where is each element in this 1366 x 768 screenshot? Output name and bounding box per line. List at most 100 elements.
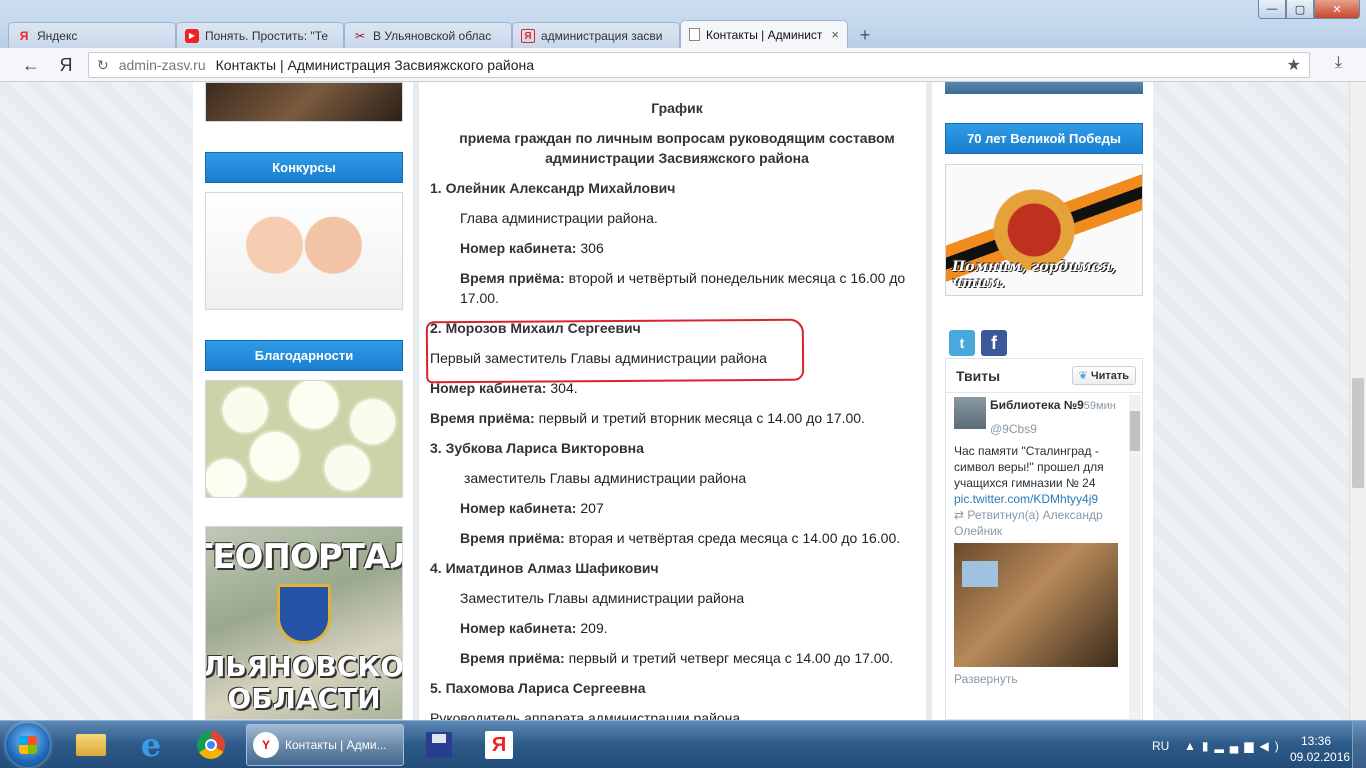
twitter-widget-header: Твиты ❦ Читать [946,359,1142,393]
explorer-icon[interactable] [64,725,118,765]
tab-youtube[interactable]: ▶ Понять. Простить: "Те [176,22,344,48]
tab-contacts[interactable]: Контакты | Админист × [680,20,848,48]
minimize-button[interactable]: — [1258,0,1286,19]
contests-button[interactable]: Конкурсы [205,152,403,183]
victory-caption: Помним, гордимся, чтим. [952,259,1117,291]
retweet-icon: ⇄ [954,508,968,522]
page-viewport: Конкурсы Благодарности ГЕОПОРТАЛ УЛЬЯНОВ… [0,82,1366,720]
yandex-browser-icon: Y [253,732,279,758]
tab-title: Контакты | Админист [706,27,823,42]
window-controls: — ▢ ✕ [1258,0,1360,19]
site-container: Конкурсы Благодарности ГЕОПОРТАЛ УЛЬЯНОВ… [193,82,1153,720]
yandex-button[interactable]: Я [56,53,76,77]
tab-close-icon[interactable]: × [831,27,839,42]
tab-title: администрация засви [541,28,663,43]
person-hours: Время приёма: первый и третий четверг ме… [460,650,894,666]
victory-70-button[interactable]: 70 лет Великой Победы [945,123,1143,154]
floppy-disk-icon[interactable] [412,725,466,765]
tweet: Библиотека №959мин @9Cbs9 Час памяти "Ст… [954,397,1122,687]
back-arrow-icon[interactable]: ← [20,54,42,76]
person-hours-continued: 17.00. [460,290,499,306]
person-position: Заместитель Главы администрации района [460,590,745,606]
yandex-icon[interactable]: Я [472,725,526,765]
clock-time: 13:36 [1300,734,1332,748]
volume-icon: ◀) [1259,739,1285,753]
address-page-title: Контакты | Администрация Засвияжского ра… [215,57,534,73]
address-bar[interactable]: ↻ admin-zasv.ru Контакты | Администрация… [88,52,1310,78]
victory-banner[interactable]: Помним, гордимся, чтим. [945,164,1143,296]
close-button[interactable]: ✕ [1314,0,1360,19]
tab-yandex-search[interactable]: Я администрация засви [512,22,680,48]
person-position: Глава администрации района. [460,210,658,226]
internet-explorer-icon[interactable]: e [124,725,178,765]
tweet-time[interactable]: 59мин [1084,400,1116,412]
red-highlight-annotation [425,318,805,384]
schedule-title: График [651,100,703,116]
start-button[interactable] [6,723,50,767]
coat-of-arms-icon [277,584,331,644]
thanks-button[interactable]: Благодарности [205,340,403,371]
facebook-icon[interactable]: f [981,330,1007,356]
twitter-icon[interactable]: t [949,330,975,356]
reload-icon[interactable]: ↻ [97,57,109,74]
network-icon: ▮ [1201,739,1215,753]
geoportal-title: ГЕОПОРТАЛ [206,537,402,577]
twitter-widget: Твиты ❦ Читать Библиотека №959мин @9Cbs9… [945,358,1143,720]
twitter-widget-scrollbar[interactable] [1129,395,1141,719]
tab-ulyanovsk-news[interactable]: ✂ В Ульяновской облас [344,22,512,48]
tweet-retweet-info: ⇄ Ретвитнул(а) Александр Олейник [954,508,1103,538]
page-icon [689,28,700,41]
scrollbar-thumb[interactable] [1352,378,1364,488]
taskbar-window-title: Контакты | Адми... [285,738,387,752]
clock-date: 09.02.2016 [1290,750,1351,764]
taskbar-active-window[interactable]: Y Контакты | Адми... [246,724,404,766]
yandex-icon: Я [521,28,535,43]
maximize-button[interactable]: ▢ [1286,0,1314,19]
person-name: 3. Зубкова Лариса Викторовна [430,440,644,456]
tweet-photo[interactable] [954,543,1118,667]
geoportal-banner[interactable]: ГЕОПОРТАЛ УЛЬЯНОВСКОЙ ОБЛАСТИ [205,526,403,720]
person-room: Номер кабинета: 306 [460,240,604,256]
schedule-subtitle: администрации Засвияжского района [545,150,809,166]
person-hours: Время приёма: вторая и четвёртая среда м… [460,530,901,546]
show-desktop-button[interactable] [1352,721,1366,768]
new-tab-button[interactable]: + [852,22,878,48]
roses-photo[interactable] [205,380,403,498]
system-tray: RU ▲▮▂▄▆◀) 13:36 09.02.2016 [1140,721,1366,768]
person-room: Номер кабинета: 209. [460,620,608,636]
person-position: заместитель Главы администрации района [464,470,747,486]
bookmark-star-icon[interactable]: ★ [1287,55,1301,75]
person-position: Руководитель аппарата администрации райо… [430,710,741,720]
person-name: 5. Пахомова Лариса Сергеевна [430,680,646,696]
tab-title: В Ульяновской облас [373,28,492,43]
banner-photo[interactable] [945,82,1143,94]
geoportal-subtitle: ОБЛАСТИ [227,682,381,715]
chevron-up-icon: ▲ [1184,739,1202,753]
office-photo[interactable] [205,82,403,122]
language-indicator[interactable]: RU [1152,739,1169,753]
left-sidebar: Конкурсы Благодарности ГЕОПОРТАЛ УЛЬЯНОВ… [205,82,403,720]
geoportal-subtitle: УЛЬЯНОВСКОЙ [206,650,403,683]
youtube-icon: ▶ [185,28,199,43]
chrome-icon[interactable] [184,725,238,765]
tab-yandex[interactable]: Я Яндекс [8,22,176,48]
person-name: 1. Олейник Александр Михайлович [430,180,676,196]
twitter-follow-button[interactable]: ❦ Читать [1071,366,1136,385]
tweet-expand-link[interactable]: Развернуть [954,671,1122,687]
person-room: Номер кабинета: 207 [460,500,604,516]
tweet-author[interactable]: Библиотека №9 [990,398,1084,412]
tray-icons[interactable]: ▲▮▂▄▆◀) [1184,739,1285,753]
avatar[interactable] [954,397,986,429]
right-sidebar: 70 лет Великой Победы Помним, гордимся, … [945,82,1143,720]
tab-strip: Я Яндекс ▶ Понять. Простить: "Те ✂ В Уль… [8,20,878,48]
download-icon[interactable]: ⤓ [1335,54,1342,72]
tab-title: Понять. Простить: "Те [205,28,329,43]
person-hours: Время приёма: второй и четвёртый понедел… [460,270,906,286]
contests-photo[interactable] [205,192,403,310]
tweet-link[interactable]: pic.twitter.com/KDMhtyy4j9 [954,491,1122,507]
browser-toolbar: ← Я ↻ admin-zasv.ru Контакты | Администр… [0,48,1366,82]
page-scrollbar[interactable] [1349,82,1366,720]
scrollbar-thumb[interactable] [1130,411,1140,451]
windows-taskbar: e Y Контакты | Адми... Я RU ▲▮▂▄▆◀) 13:3… [0,720,1366,768]
clock[interactable]: 13:36 09.02.2016 [1290,733,1351,765]
